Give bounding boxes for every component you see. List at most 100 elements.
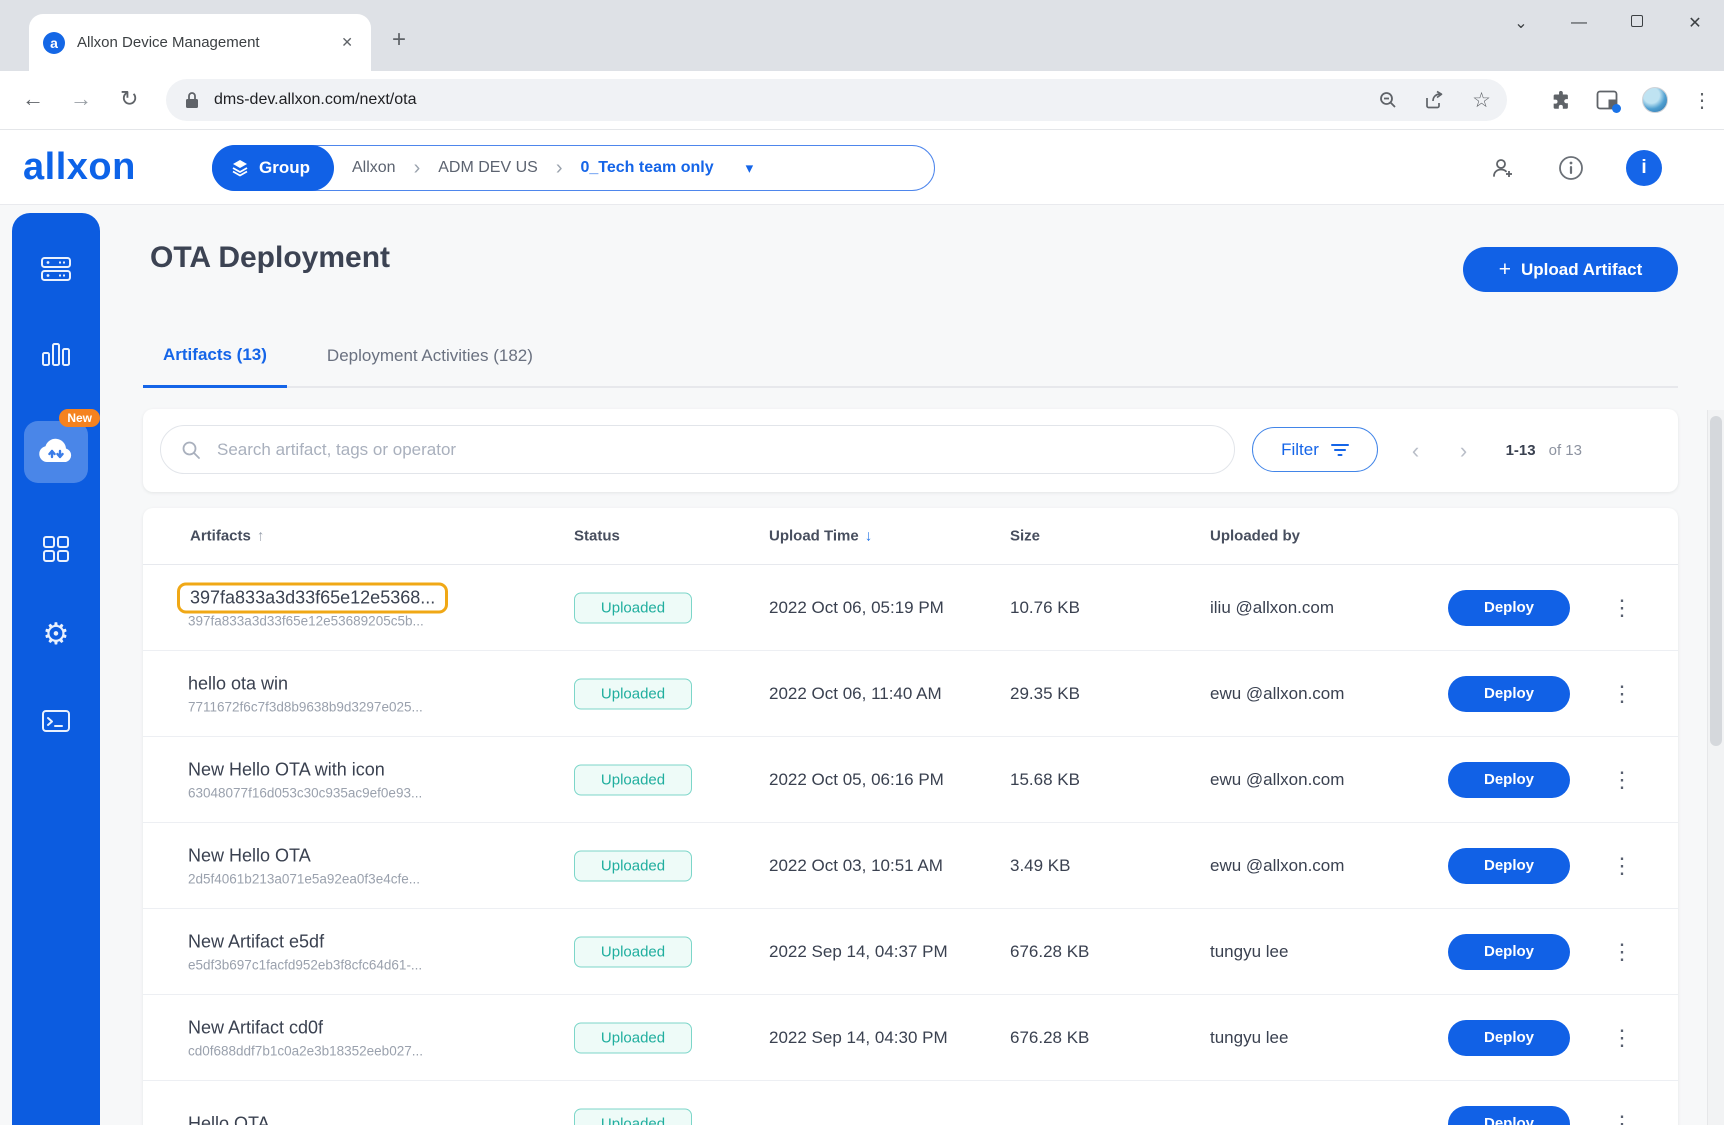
tab-deployment-activities[interactable]: Deployment Activities (182) [307,322,553,386]
upload-time-cell: 2022 Sep 14, 04:37 PM [769,941,948,961]
artifact-name[interactable]: New Hello OTA with icon [188,759,385,780]
deploy-button[interactable]: Deploy [1448,847,1570,884]
status-badge: Uploaded [574,1108,692,1125]
browser-profile-avatar[interactable] [1642,87,1668,113]
deploy-button[interactable]: Deploy [1448,761,1570,798]
status-badge: Uploaded [574,764,692,795]
artifact-hash: 63048077f16d053c30c935ac9ef0e93... [188,785,423,800]
chevron-down-icon[interactable]: ▾ [746,159,754,177]
size-cell: 10.76 KB [1010,597,1080,617]
sidebar-item-apps[interactable] [28,529,84,569]
deploy-button[interactable]: Deploy [1448,1019,1570,1056]
page-title: OTA Deployment [150,241,391,274]
artifact-name[interactable]: 397fa833a3d33f65e12e5368... [177,582,449,613]
artifact-hash: 7711672f6c7f3d8b9638b9d3297e025... [188,699,423,714]
sidebar-item-terminal[interactable] [28,701,84,741]
deploy-button[interactable]: Deploy [1448,1105,1570,1125]
browser-toolbar: ← → ↻ dms-dev.allxon.com/next/ota ☆ ⋮ [0,71,1724,129]
row-menu-icon[interactable]: ⋮ [1611,681,1633,707]
tab-title: Allxon Device Management [77,34,260,51]
devices-icon [41,257,71,281]
sidebar-item-ota-deployment[interactable]: New [24,409,100,483]
upload-artifact-button[interactable]: + Upload Artifact [1463,247,1678,292]
side-panel-icon[interactable] [1596,90,1621,113]
window-minimize-button[interactable]: — [1550,14,1608,32]
row-menu-icon[interactable]: ⋮ [1611,767,1633,793]
sidebar-item-analytics[interactable] [28,335,84,375]
group-selector[interactable]: Group [212,144,334,191]
scrollbar-thumb[interactable] [1710,416,1722,746]
back-icon[interactable]: ← [22,86,44,112]
artifact-name[interactable]: New Artifact e5df [188,931,324,952]
search-input[interactable] [217,439,1214,460]
deploy-cell: Deploy [1448,1019,1570,1056]
uploader-cell: tungyu lee [1210,1027,1289,1047]
pagination-next-icon[interactable]: › [1444,438,1484,464]
tab-close-icon[interactable]: ✕ [337,32,357,53]
browser-window: a Allxon Device Management ✕ + ⌄ — ✕ ← →… [0,0,1724,1125]
breadcrumb-item-adm-dev-us[interactable]: ADM DEV US [420,159,556,177]
window-close-button[interactable]: ✕ [1666,13,1724,33]
reload-icon[interactable]: ↻ [120,86,138,112]
window-controls: ⌄ — ✕ [1492,0,1724,46]
invite-user-icon[interactable] [1490,156,1516,180]
ota-cloud-icon [39,438,72,462]
uploader-cell: ewu @allxon.com [1210,769,1345,789]
tab-artifacts[interactable]: Artifacts (13) [143,322,287,388]
deploy-button[interactable]: Deploy [1448,933,1570,970]
gear-icon: ⚙ [42,618,70,651]
row-menu-icon[interactable]: ⋮ [1611,1025,1633,1051]
breadcrumb-item-tech-team[interactable]: 0_Tech team only [563,159,732,177]
forward-icon[interactable]: → [70,86,92,112]
size-cell: 676.28 KB [1010,941,1090,961]
plus-icon: + [1498,257,1512,281]
pagination: ‹ › 1-13 of 13 [1396,409,1582,492]
table-row: hello ota win 7711672f6c7f3d8b9638b9d329… [143,651,1678,737]
zoom-icon[interactable] [1378,90,1398,110]
size-cell: 15.68 KB [1010,769,1080,789]
page-scrollbar[interactable] [1707,410,1724,1125]
bookmark-star-icon[interactable]: ☆ [1472,88,1491,113]
artifact-name[interactable]: Hello OTA [188,1113,270,1125]
panel-notification-dot [1612,104,1621,113]
status-cell: Uploaded [574,592,692,623]
address-bar[interactable]: dms-dev.allxon.com/next/ota ☆ [166,79,1507,121]
column-artifacts[interactable]: Artifacts ↑ [190,528,264,545]
pagination-prev-icon[interactable]: ‹ [1396,438,1436,464]
browser-menu-icon[interactable]: ⋮ [1692,88,1712,113]
row-menu-icon[interactable]: ⋮ [1611,939,1633,965]
search-field[interactable] [160,425,1235,474]
artifact-name[interactable]: hello ota win [188,673,288,694]
user-avatar[interactable]: i [1626,150,1662,186]
window-maximize-button[interactable] [1608,14,1666,32]
sort-asc-icon[interactable]: ↑ [257,528,265,545]
deploy-cell: Deploy [1448,675,1570,712]
sidebar-item-settings[interactable]: ⚙ [28,615,84,655]
tab-search-icon[interactable]: ⌄ [1492,13,1550,33]
table-header: Artifacts ↑ Status Upload Time ↓ Size Uplo… [143,508,1678,565]
new-tab-button[interactable]: + [392,28,406,52]
extensions-icon[interactable] [1550,89,1572,111]
table-body: 397fa833a3d33f65e12e5368... 397fa833a3d3… [143,565,1678,1125]
column-size: Size [1010,527,1041,545]
sidebar-item-devices[interactable] [28,249,84,289]
sidebar-nav: New ⚙ [12,213,100,1125]
artifact-name[interactable]: New Hello OTA [188,845,311,866]
deploy-button[interactable]: Deploy [1448,589,1570,626]
artifact-name[interactable]: New Artifact cd0f [188,1017,323,1038]
info-icon[interactable] [1558,155,1584,181]
share-icon[interactable] [1424,90,1446,110]
row-menu-icon[interactable]: ⋮ [1611,595,1633,621]
deploy-cell: Deploy [1448,933,1570,970]
row-menu-icon[interactable]: ⋮ [1611,853,1633,879]
breadcrumb-item-allxon[interactable]: Allxon [334,159,414,177]
sort-desc-icon[interactable]: ↓ [865,528,873,545]
deploy-button[interactable]: Deploy [1448,675,1570,712]
allxon-logo[interactable]: allxon [23,146,136,189]
column-status: Status [574,527,620,545]
filter-button[interactable]: Filter [1252,427,1378,472]
column-upload-time[interactable]: Upload Time ↓ [769,528,872,545]
row-menu-icon[interactable]: ⋮ [1611,1111,1633,1125]
browser-tab[interactable]: a Allxon Device Management ✕ [29,14,371,71]
uploader-cell: iliu @allxon.com [1210,597,1335,617]
